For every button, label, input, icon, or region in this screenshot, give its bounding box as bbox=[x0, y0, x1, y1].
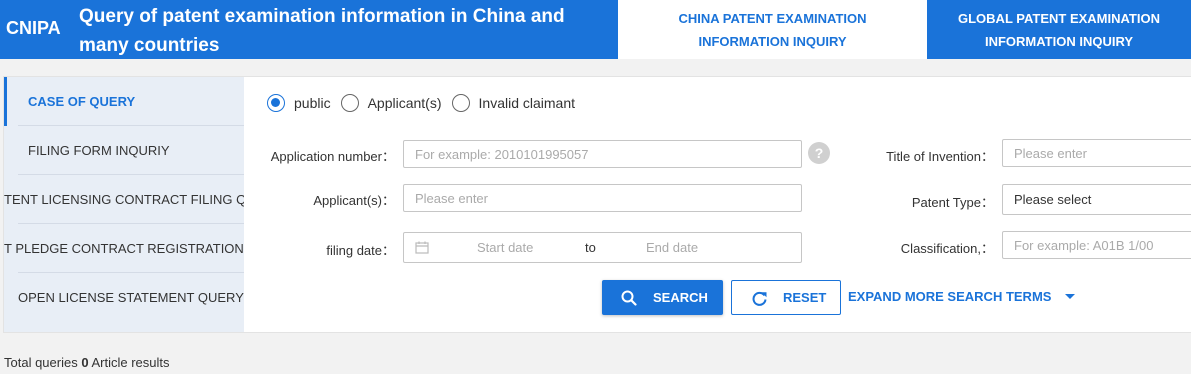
sidebar: CASE OF QUERY FILING FORM INQURIY TENT L… bbox=[4, 77, 244, 332]
tab-china-label: CHINA PATENT EXAMINATION INFORMATION INQ… bbox=[678, 10, 867, 49]
calendar-icon bbox=[415, 241, 429, 254]
sidebar-item-label: OPEN LICENSE STATEMENT QUERY bbox=[18, 290, 244, 305]
sidebar-item-label: CASE OF QUERY bbox=[28, 94, 136, 109]
patent-type-label: Patent Type： bbox=[911, 195, 994, 210]
reset-button[interactable]: RESET bbox=[731, 280, 841, 315]
radio-public[interactable]: public bbox=[267, 94, 331, 112]
sidebar-item-open-license-statement[interactable]: OPEN LICENSE STATEMENT QUERY bbox=[4, 273, 244, 322]
radio-invalid-claimant[interactable]: Invalid claimant bbox=[451, 94, 576, 112]
tab-global-label: GLOBAL PATENT EXAMINATION INFORMATION IN… bbox=[958, 10, 1160, 49]
tab-china-patent-inquiry[interactable]: CHINA PATENT EXAMINATION INFORMATION INQ… bbox=[618, 0, 927, 59]
question-icon[interactable]: ? bbox=[808, 142, 830, 164]
application-number-input[interactable]: For example: 2010101995057 bbox=[403, 140, 802, 168]
filing-date-label: filing date： bbox=[326, 243, 395, 258]
radio-label: Applicant(s) bbox=[367, 95, 442, 111]
applicant-input[interactable]: Please enter bbox=[403, 184, 802, 212]
radio-applicant[interactable]: Applicant(s) bbox=[340, 94, 442, 112]
brand-logo: CNIPA bbox=[6, 18, 61, 38]
start-date-input[interactable]: Start date bbox=[477, 240, 533, 255]
application-number-label: Application number： bbox=[270, 149, 395, 164]
date-range-separator: to bbox=[585, 240, 596, 255]
page-title: Query of patent examination information … bbox=[79, 6, 565, 56]
radio-label: Invalid claimant bbox=[478, 95, 576, 111]
results-suffix: Article results bbox=[91, 355, 170, 370]
radio-unchecked-icon bbox=[451, 94, 470, 112]
patent-type-select[interactable]: Please select bbox=[1002, 184, 1191, 215]
classification-label: Classification,： bbox=[900, 241, 994, 256]
magnifier-icon bbox=[621, 290, 637, 306]
radio-label: public bbox=[294, 95, 331, 111]
radio-checked-icon bbox=[267, 94, 285, 112]
sidebar-item-label: FILING FORM INQURIY bbox=[28, 143, 170, 158]
radio-unchecked-icon bbox=[340, 94, 359, 112]
sidebar-item-pledge-contract-registration[interactable]: T PLEDGE CONTRACT REGISTRATION bbox=[4, 224, 244, 273]
results-summary: Total queries 0 Article results bbox=[4, 355, 170, 370]
end-date-input[interactable]: End date bbox=[646, 240, 698, 255]
tab-global-patent-inquiry[interactable]: GLOBAL PATENT EXAMINATION INFORMATION IN… bbox=[927, 0, 1191, 59]
top-header: CNIPA Query of patent examination inform… bbox=[0, 0, 1191, 59]
sidebar-item-licensing-contract-filing[interactable]: TENT LICENSING CONTRACT FILING Q bbox=[4, 175, 244, 224]
expand-search-terms-link[interactable]: EXPAND MORE SEARCH TERMS bbox=[848, 289, 1076, 304]
title-of-invention-input[interactable]: Please enter bbox=[1002, 139, 1191, 167]
results-prefix: Total queries bbox=[4, 355, 78, 370]
sidebar-item-label: TENT LICENSING CONTRACT FILING Q bbox=[4, 192, 244, 207]
sidebar-item-filing-form-inquiry[interactable]: FILING FORM INQURIY bbox=[4, 126, 244, 175]
sidebar-item-case-of-query[interactable]: CASE OF QUERY bbox=[4, 77, 244, 126]
filing-date-range-picker[interactable]: Start date to End date bbox=[403, 232, 802, 263]
search-button[interactable]: SEARCH bbox=[602, 280, 723, 315]
title-of-invention-label: Title of Invention： bbox=[886, 149, 994, 164]
expand-label: EXPAND MORE SEARCH TERMS bbox=[848, 289, 1052, 304]
applicant-label: Applicant(s)： bbox=[313, 193, 395, 208]
results-count: 0 bbox=[81, 355, 89, 370]
reset-button-label: RESET bbox=[783, 290, 827, 305]
query-type-radio-group: public Applicant(s) Invalid claimant bbox=[267, 94, 585, 112]
refresh-icon bbox=[752, 291, 767, 306]
classification-input[interactable]: For example: A01B 1/00 bbox=[1002, 231, 1191, 259]
caret-down-icon bbox=[1065, 294, 1076, 299]
sidebar-item-label: T PLEDGE CONTRACT REGISTRATION bbox=[4, 241, 244, 256]
search-button-label: SEARCH bbox=[653, 290, 708, 305]
